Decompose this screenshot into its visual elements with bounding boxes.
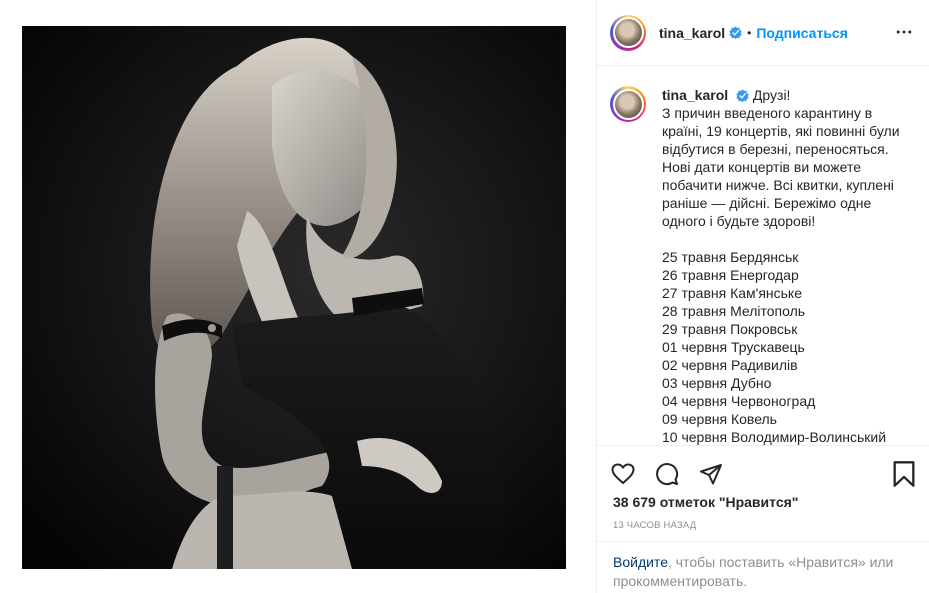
follow-button[interactable]: Подписаться — [756, 25, 848, 41]
instagram-post-page: tina_karol • Подписаться tina_karol Друз… — [0, 0, 929, 593]
concert-date-item: 26 травня Енергодар — [662, 267, 799, 283]
heart-icon[interactable] — [609, 460, 637, 488]
post-sidebar: tina_karol • Подписаться tina_karol Друз… — [596, 0, 929, 593]
concert-date-item: 02 червня Радивилів — [662, 357, 798, 373]
caption-username-link[interactable]: tina_karol — [662, 87, 728, 103]
caption-paragraph: З причин введеного карантину в країні, 1… — [662, 105, 900, 229]
login-link[interactable]: Войдите — [613, 554, 668, 570]
caption-greeting: Друзі! — [752, 87, 791, 103]
avatar[interactable] — [610, 14, 646, 51]
more-dots-icon[interactable] — [894, 22, 914, 42]
post-timestamp[interactable]: 13 ЧАСОВ НАЗАД — [613, 520, 696, 531]
caption-avatar[interactable] — [610, 86, 646, 122]
post-photo[interactable] — [22, 26, 566, 569]
caption-scroll-area[interactable]: tina_karol Друзі! З причин введеного кар… — [597, 67, 929, 445]
concert-date-item: 28 травня Мелітополь — [662, 303, 806, 319]
bookmark-icon[interactable] — [890, 460, 918, 488]
concert-date-item: 09 червня Ковель — [662, 411, 777, 427]
caption-text: tina_karol Друзі! З причин введеного кар… — [662, 86, 907, 445]
verified-badge-icon — [729, 26, 742, 39]
concert-date-item: 04 червня Червоноград — [662, 393, 816, 409]
concert-date-item: 03 червня Дубно — [662, 375, 772, 391]
post-header: tina_karol • Подписаться — [597, 0, 929, 66]
concert-date-item: 10 червня Володимир-Волинський — [662, 429, 887, 445]
concert-date-item: 29 травня Покровськ — [662, 321, 798, 337]
share-icon[interactable] — [697, 460, 725, 488]
comment-icon[interactable] — [653, 460, 681, 488]
username-link[interactable]: tina_karol — [659, 25, 725, 41]
likes-count[interactable]: 38 679 отметок "Нравится" — [613, 494, 798, 510]
verified-badge-icon — [736, 89, 749, 102]
concert-date-item: 01 червня Трускавець — [662, 339, 805, 355]
login-prompt: Войдите, чтобы поставить «Нравится» или … — [597, 541, 929, 593]
post-card: tina_karol • Подписаться tina_karol Друз… — [0, 0, 929, 593]
concert-date-item: 25 травня Бердянськ — [662, 249, 799, 265]
concert-date-item: 27 травня Кам'янське — [662, 285, 802, 301]
separator-dot: • — [747, 25, 752, 40]
portrait-image — [22, 26, 566, 569]
